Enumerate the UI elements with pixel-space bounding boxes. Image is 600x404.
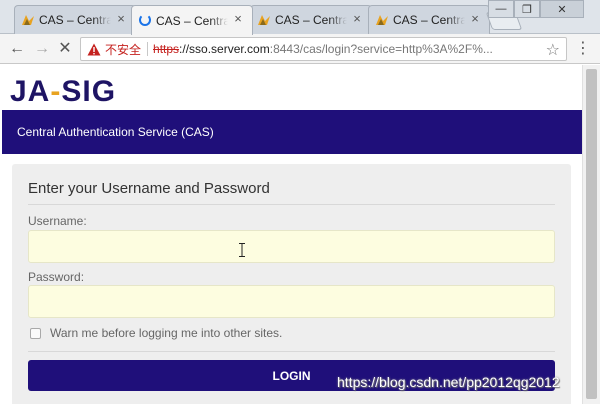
- watermark-text: https://blog.csdn.net/pp2012qg2012: [337, 374, 560, 390]
- vertical-scrollbar[interactable]: [582, 65, 600, 404]
- warn-checkbox-row[interactable]: Warn me before logging me into other sit…: [30, 326, 282, 340]
- jasig-logo: JA-SIG: [10, 75, 116, 109]
- tab-title: CAS – Central Authentication Service: [393, 13, 465, 27]
- cas-favicon-icon: [376, 15, 388, 25]
- browser-toolbar: ← → ✕ 不安全 https ://sso.server.com :8443/…: [0, 34, 600, 64]
- browser-menu-icon[interactable]: ⋮: [575, 40, 591, 58]
- logo-text-right: SIG: [61, 75, 117, 108]
- stop-loading-icon[interactable]: ✕: [56, 40, 74, 58]
- header-banner: Central Authentication Service (CAS): [2, 110, 582, 154]
- divider: [28, 351, 555, 352]
- text-cursor-icon: [239, 243, 245, 257]
- tab-title: CAS – Central Authentication Service: [275, 13, 347, 27]
- login-panel: Enter your Username and Password Usernam…: [12, 164, 571, 404]
- bookmark-star-icon[interactable]: ☆: [546, 40, 560, 60]
- tab-close-icon[interactable]: ×: [468, 12, 482, 26]
- close-window-button[interactable]: ✕: [540, 0, 584, 18]
- address-separator: [147, 42, 149, 56]
- forward-arrow-icon[interactable]: →: [33, 40, 51, 58]
- cas-favicon-icon: [258, 15, 270, 25]
- warn-checkbox[interactable]: [30, 327, 41, 339]
- cas-favicon-icon: [22, 15, 34, 25]
- divider: [28, 204, 555, 205]
- url-path: :8443/cas/login?service=http%3A%2F%...: [269, 42, 493, 56]
- tab-title: CAS – Central Authentication Service: [156, 13, 228, 28]
- password-label: Password:: [28, 270, 85, 284]
- restore-button[interactable]: ❐: [514, 0, 540, 18]
- tab-strip: CAS – Central Authentication Service × C…: [0, 0, 600, 35]
- url-host: ://sso.server.com: [179, 42, 270, 56]
- warn-checkbox-label[interactable]: Warn me before logging me into other sit…: [50, 326, 282, 340]
- logo-accent: -: [50, 75, 62, 108]
- not-secure-label[interactable]: 不安全: [105, 41, 141, 58]
- tab-close-icon[interactable]: ×: [114, 12, 128, 26]
- tab-cas-2-active[interactable]: CAS – Central Authentication Service ×: [131, 5, 253, 35]
- form-heading: Enter your Username and Password: [28, 180, 270, 197]
- tab-title: CAS – Central Authentication Service: [39, 13, 111, 27]
- scrollbar-thumb[interactable]: [586, 69, 597, 399]
- url-scheme: https: [153, 42, 180, 56]
- minimize-button[interactable]: —: [488, 0, 514, 18]
- loading-spinner-icon: [139, 14, 151, 26]
- page-content: JA-SIG Central Authentication Service (C…: [0, 65, 582, 404]
- username-label: Username:: [28, 214, 87, 228]
- tab-cas-3[interactable]: CAS – Central Authentication Service ×: [250, 5, 372, 34]
- banner-title: Central Authentication Service (CAS): [17, 125, 214, 139]
- back-arrow-icon[interactable]: ←: [8, 40, 26, 58]
- tab-close-icon[interactable]: ×: [350, 12, 364, 26]
- tab-close-icon[interactable]: ×: [231, 12, 245, 26]
- password-input[interactable]: [28, 285, 555, 318]
- address-bar[interactable]: 不安全 https ://sso.server.com :8443/cas/lo…: [80, 37, 567, 61]
- username-input[interactable]: [28, 230, 555, 263]
- tab-cas-4[interactable]: CAS – Central Authentication Service ×: [368, 5, 490, 34]
- warning-triangle-icon: [87, 43, 101, 55]
- tab-cas-1[interactable]: CAS – Central Authentication Service ×: [14, 5, 136, 34]
- logo-text-left: JA: [10, 75, 51, 108]
